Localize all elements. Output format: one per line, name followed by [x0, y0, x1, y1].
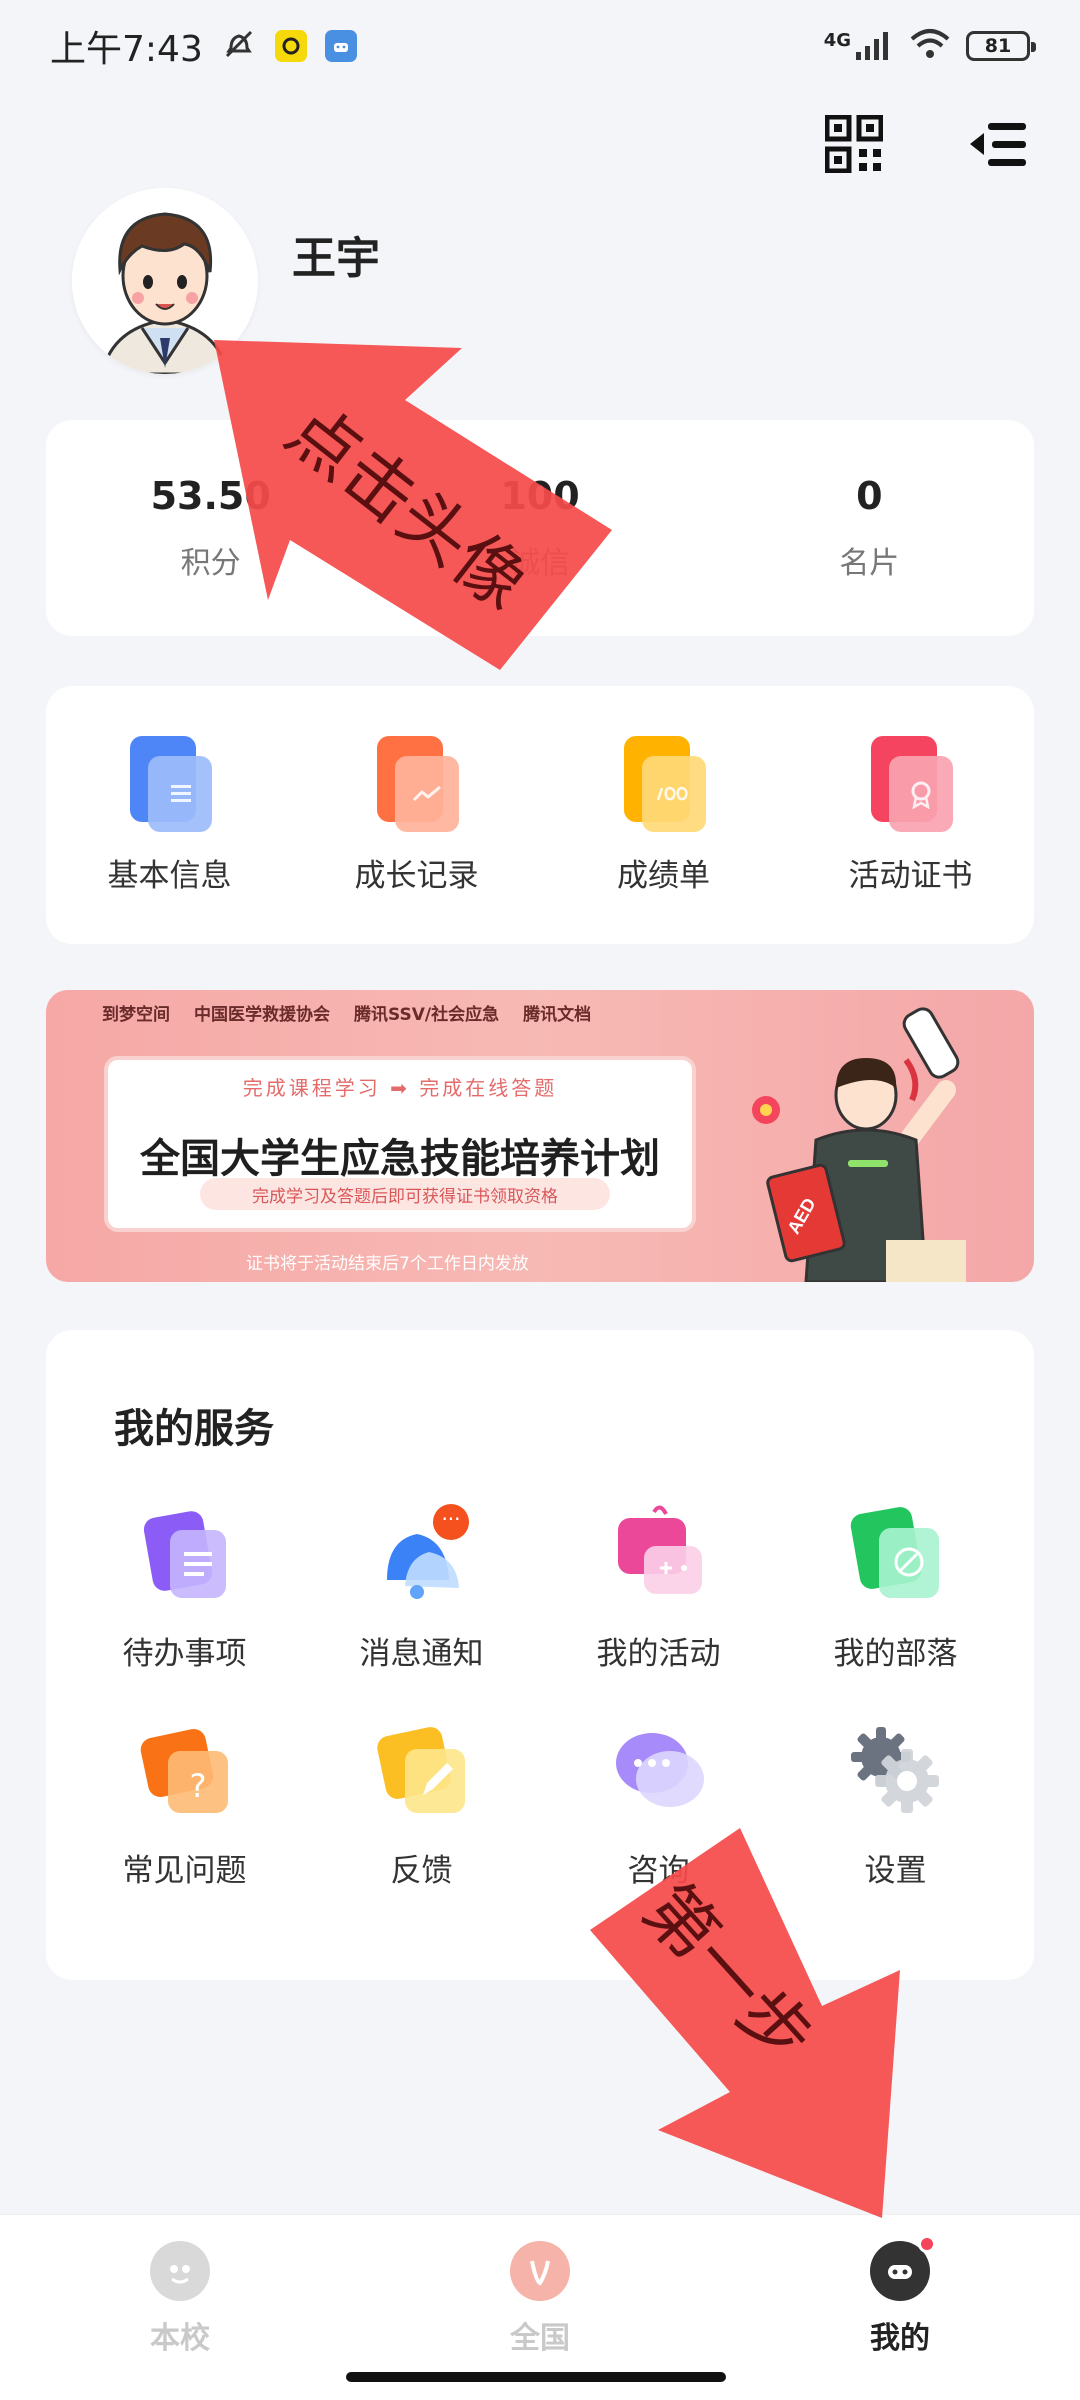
mine-icon — [870, 2235, 936, 2301]
banner-org: 腾讯SSV/社会应急 — [354, 1005, 500, 1025]
service-my-tribe[interactable]: 我的部落 — [777, 1500, 1014, 1673]
feedback-icon — [376, 1727, 465, 1813]
stat-value: 100 — [500, 474, 580, 518]
school-icon — [150, 2241, 210, 2301]
banner-org: 腾讯文档 — [523, 1005, 592, 1025]
banner-steps: 完成课程学习 ➡ 完成在线答题 — [242, 1076, 558, 1100]
gear-icon — [850, 1727, 939, 1813]
quick-activity-certificate[interactable]: 活动证书 — [787, 735, 1034, 895]
service-todo[interactable]: 待办事项 — [66, 1500, 303, 1673]
service-feedback[interactable]: 反馈 — [303, 1717, 540, 1890]
collapse-menu-icon — [970, 123, 1026, 166]
menu-button[interactable] — [966, 112, 1030, 176]
banner-subtitle: 完成学习及答题后即可获得证书领取资格 — [200, 1178, 610, 1210]
certificate-icon — [863, 735, 959, 832]
user-name[interactable]: 王宇 — [292, 222, 380, 286]
notification-app-icon — [274, 30, 307, 62]
stat-points[interactable]: 53.50 积分 — [46, 420, 375, 636]
wifi-icon — [908, 27, 952, 65]
quick-label: 成绩单 — [617, 857, 710, 894]
services-card: 我的服务 待办事项 ··· 消息通知 我的活动 我的部落 ? 常见问题 反馈 咨… — [46, 1330, 1034, 1980]
quick-label: 成长记录 — [354, 857, 479, 894]
status-time: 上午7:43 — [50, 29, 203, 70]
todo-icon — [143, 1511, 226, 1598]
service-label: 我的活动 — [596, 1636, 721, 1672]
tab-label: 本校 — [150, 2321, 210, 2356]
qr-code-button[interactable] — [822, 112, 886, 176]
banner-orgs: 到梦空间 中国医学救援协会 腾讯SSV/社会应急 腾讯文档 — [102, 1000, 591, 1025]
activity-icon — [617, 1505, 702, 1594]
svg-text:?: ? — [189, 1767, 206, 1805]
quick-growth-record[interactable]: 成长记录 — [293, 735, 540, 895]
bell-icon: ··· — [386, 1504, 469, 1599]
quick-label: 基本信息 — [107, 857, 232, 894]
service-label: 设置 — [864, 1853, 927, 1889]
services-grid: 待办事项 ··· 消息通知 我的活动 我的部落 ? 常见问题 反馈 咨询 设置 — [66, 1500, 1014, 1890]
service-label: 反馈 — [390, 1853, 453, 1889]
chart-icon — [369, 735, 465, 832]
banner-title: 全国大学生应急技能培养计划 — [140, 1136, 660, 1182]
service-label: 待办事项 — [122, 1636, 247, 1672]
service-consult[interactable]: 咨询 — [540, 1717, 777, 1890]
top-actions — [822, 112, 1030, 176]
banner-org: 中国医学救援协会 — [194, 1005, 330, 1025]
stat-label: 积分 — [180, 546, 241, 581]
service-label: 我的部落 — [833, 1636, 958, 1672]
banner-student-illustration: AED — [752, 1007, 966, 1282]
stat-label: 诚信 — [509, 546, 570, 581]
notification-badge: ··· — [441, 1507, 460, 1531]
tribe-icon — [850, 1507, 939, 1598]
stats-card: 53.50 积分 100 诚信 0 名片 — [46, 420, 1034, 636]
status-bar: 上午7:43 4G 81 — [0, 0, 1080, 92]
signal-icon: 4G — [824, 30, 894, 62]
stat-integrity[interactable]: 100 诚信 — [375, 420, 704, 636]
quick-label: 活动证书 — [848, 857, 973, 894]
question-icon: ? — [140, 1729, 228, 1813]
chat-icon — [615, 1733, 704, 1807]
service-label: 常见问题 — [122, 1853, 247, 1889]
qr-code-icon — [825, 115, 883, 173]
banner-content-box: 完成课程学习 ➡ 完成在线答题 全国大学生应急技能培养计划 完成学习及答题后即可… — [104, 1056, 696, 1232]
tab-label: 我的 — [870, 2321, 930, 2356]
service-notifications[interactable]: ··· 消息通知 — [303, 1500, 540, 1673]
promo-banner[interactable]: 到梦空间 中国医学救援协会 腾讯SSV/社会应急 腾讯文档 完成课程学习 ➡ 完… — [46, 990, 1034, 1282]
tab-mine[interactable]: 我的 — [720, 2215, 1080, 2400]
services-title: 我的服务 — [114, 1406, 274, 1452]
national-icon — [510, 2241, 570, 2301]
service-label: 咨询 — [627, 1853, 690, 1889]
service-faq[interactable]: ? 常见问题 — [66, 1717, 303, 1890]
avatar[interactable] — [72, 188, 258, 374]
service-settings[interactable]: 设置 — [777, 1717, 1014, 1890]
quick-menu: 基本信息 成长记录 成绩单 活动证书 — [46, 686, 1034, 944]
tab-label: 全国 — [510, 2321, 570, 2356]
document-icon — [122, 735, 218, 832]
battery-level: 81 — [984, 35, 1012, 57]
service-label: 消息通知 — [359, 1636, 484, 1672]
banner-footnote: 证书将于活动结束后7个工作日内发放 — [246, 1254, 529, 1274]
home-indicator[interactable] — [346, 2372, 726, 2382]
android-icon — [324, 30, 357, 62]
stat-cards[interactable]: 0 名片 — [705, 420, 1034, 636]
banner-org: 到梦空间 — [102, 1005, 170, 1025]
stat-value: 0 — [856, 474, 883, 518]
unread-dot — [918, 2235, 936, 2253]
service-my-activities[interactable]: 我的活动 — [540, 1500, 777, 1673]
battery-icon: 81 — [966, 31, 1036, 61]
stat-value: 53.50 — [150, 474, 271, 518]
stat-label: 名片 — [839, 546, 900, 581]
score-icon — [616, 735, 712, 832]
avatar-image — [72, 188, 258, 374]
mute-icon — [221, 26, 257, 66]
quick-transcript[interactable]: 成绩单 — [540, 735, 787, 895]
quick-basic-info[interactable]: 基本信息 — [46, 735, 293, 895]
network-type: 4G — [823, 30, 851, 51]
tab-school[interactable]: 本校 — [0, 2215, 360, 2400]
